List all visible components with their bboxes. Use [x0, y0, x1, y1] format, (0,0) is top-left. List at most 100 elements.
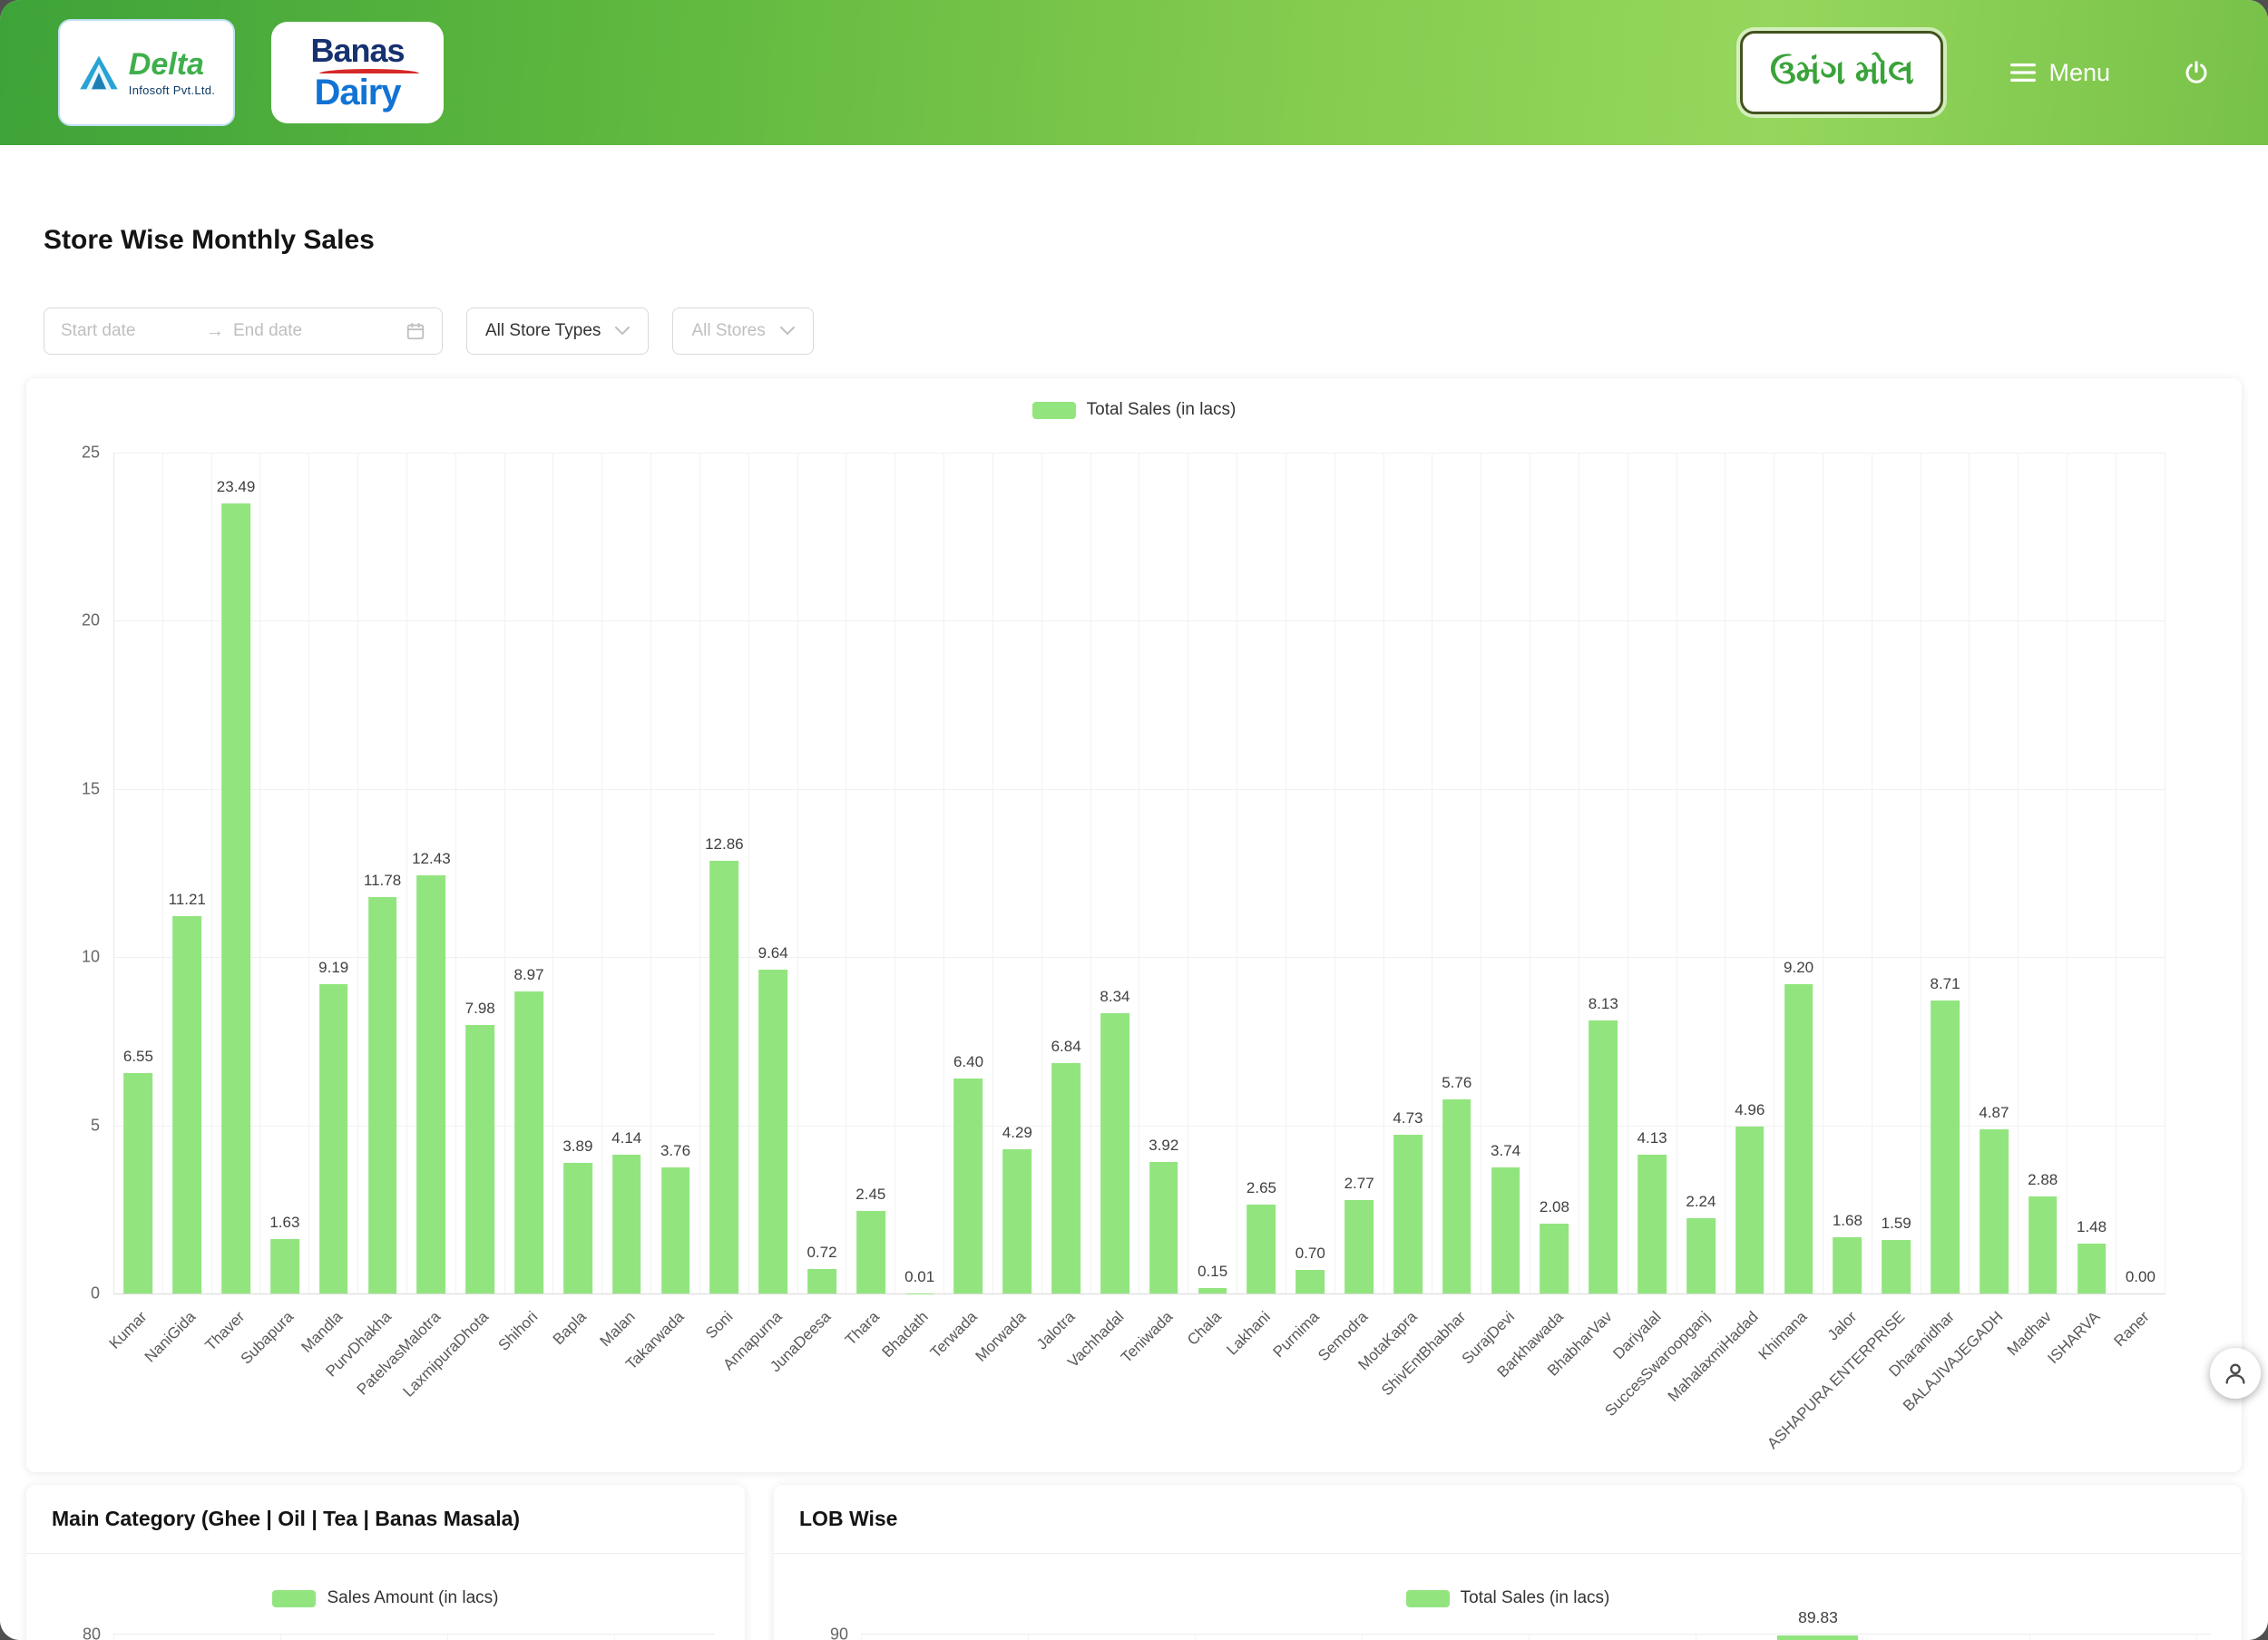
store-type-select[interactable]: All Store Types [466, 308, 649, 355]
bar-dariyalal[interactable] [1637, 1155, 1667, 1293]
bar-shihori[interactable] [514, 991, 543, 1293]
bar-nanigida[interactable] [172, 916, 201, 1293]
logout-button[interactable] [2183, 59, 2210, 86]
bar-value-label: 2.45 [855, 1186, 885, 1204]
end-date-input[interactable] [233, 321, 369, 341]
bar[interactable] [1777, 1635, 1858, 1640]
bar-ashapura-enterprise[interactable] [1882, 1240, 1911, 1293]
bar-balajivajegadh[interactable] [1980, 1129, 2009, 1293]
bar-mandla[interactable] [319, 984, 348, 1293]
category-band: 0.72JunaDeesa [798, 453, 847, 1293]
bar-takarwada[interactable] [661, 1167, 690, 1293]
bar-value-label: 1.48 [2077, 1218, 2107, 1236]
stores-select-value: All Stores [691, 321, 765, 341]
main-category-plot: 8073.15 [113, 1634, 714, 1640]
bar-laxmipuradhota[interactable] [465, 1025, 494, 1293]
bar-bapla[interactable] [563, 1163, 592, 1293]
bar-madhav[interactable] [2028, 1196, 2058, 1293]
bar-value-label: 0.72 [807, 1244, 836, 1262]
bar-lakhani[interactable] [1247, 1205, 1276, 1293]
category-band: 5.76ShivEntBhabhar [1432, 453, 1481, 1293]
bar-value-label: 4.29 [1002, 1124, 1032, 1142]
category-band: 9.64Annapurna [749, 453, 798, 1293]
bar-surajdevi[interactable] [1491, 1167, 1520, 1293]
bar-mahalaxmihadad[interactable] [1735, 1127, 1765, 1293]
category-band: 3.76Takarwada [651, 453, 700, 1293]
category-band: 4.29Morwada [993, 453, 1042, 1293]
profile-fab-button[interactable] [2210, 1348, 2261, 1399]
bar-jalor[interactable] [1833, 1237, 1862, 1293]
main-category-chart-card: Main Category (Ghee | Oil | Tea | Banas … [26, 1485, 745, 1640]
lob-card-title: LOB Wise [799, 1507, 2216, 1531]
store-sales-chart-card: Total Sales (in lacs) 05101520256.55Kuma… [26, 378, 2242, 1472]
umang-logo-text: ઉમંગ મોલ [1770, 54, 1914, 93]
bar-value-label: 8.71 [1931, 975, 1960, 993]
category-band: 8.34Vachhadal [1091, 453, 1140, 1293]
bar-value-label: 23.49 [217, 478, 256, 496]
bar-dharanidhar[interactable] [1931, 1001, 1960, 1293]
bar-morwada[interactable] [1002, 1149, 1031, 1293]
legend-swatch [1032, 402, 1076, 419]
bar-value-label: 8.13 [1589, 995, 1618, 1013]
legend-swatch [1406, 1590, 1450, 1607]
bar-barkhawada[interactable] [1540, 1224, 1569, 1293]
start-date-input[interactable] [61, 321, 197, 341]
bar-value-label: 5.76 [1442, 1074, 1471, 1092]
bar-thara[interactable] [856, 1211, 885, 1293]
bar-shiventbhabhar[interactable] [1442, 1099, 1471, 1293]
bar-terwada[interactable] [954, 1079, 983, 1293]
category-band: 4.14Malan [602, 453, 651, 1293]
bar-chala[interactable] [1198, 1288, 1227, 1293]
category-band: 1.63Subapura [260, 453, 309, 1293]
bar-value-label: 9.19 [318, 959, 348, 977]
bar-motakapra[interactable] [1393, 1135, 1422, 1293]
bars-container: 6.55Kumar11.21NaniGida23.49Thaver1.63Sub… [114, 453, 2165, 1293]
bar-isharva[interactable] [2077, 1244, 2107, 1293]
bar-value-label: 3.76 [660, 1142, 690, 1160]
category-band: 2.77Semodra [1335, 453, 1384, 1293]
y-axis-tick-label: 25 [82, 444, 100, 463]
delta-logo-title: Delta [129, 49, 215, 80]
bar-vachhadal[interactable] [1100, 1013, 1129, 1293]
bar-jalotra[interactable] [1051, 1063, 1080, 1293]
delta-logo-subtitle: Infosoft Pvt.Ltd. [129, 83, 215, 97]
person-icon [2223, 1361, 2248, 1386]
category-band: 23.49Thaver [212, 453, 261, 1293]
menu-button[interactable]: Menu [2010, 59, 2110, 87]
bar-khimana[interactable] [1784, 984, 1813, 1293]
bar-purnima[interactable] [1295, 1270, 1325, 1293]
bar-patelvasmalotra[interactable] [417, 875, 446, 1293]
app-window: Delta Infosoft Pvt.Ltd. Banas Dairy ઉમંગ… [0, 0, 2268, 1640]
bar-teniwada[interactable] [1149, 1162, 1178, 1293]
bar-kumar[interactable] [124, 1073, 153, 1293]
bar-value-label: 4.13 [1637, 1129, 1667, 1147]
category-band: 4.96MahalaxmiHadad [1725, 453, 1774, 1293]
date-range-picker[interactable] [44, 308, 443, 355]
category-band: 2.08Barkhawada [1530, 453, 1579, 1293]
bar-bhabharvav[interactable] [1589, 1020, 1618, 1293]
category-band: 2.88Madhav [2019, 453, 2068, 1293]
y-axis-tick-label: 15 [82, 779, 100, 798]
bar-purvdhakha[interactable] [368, 897, 397, 1293]
bar-value-label: 0.00 [2126, 1268, 2156, 1286]
bar-successwaroopganj[interactable] [1686, 1218, 1716, 1293]
bar-malan[interactable] [612, 1155, 641, 1294]
chart-legend[interactable]: Total Sales (in lacs) [26, 400, 2242, 420]
lob-legend[interactable]: Total Sales (in lacs) [774, 1588, 2242, 1608]
bar-junadeesa[interactable] [807, 1269, 836, 1293]
bar-value-label: 8.97 [513, 966, 543, 984]
bar-value-label: 7.98 [465, 1000, 495, 1018]
bar-annapurna[interactable] [758, 970, 787, 1293]
bar-semodra[interactable] [1344, 1200, 1374, 1293]
bar-value-label: 6.40 [953, 1053, 983, 1071]
category-band: 0.15Chala [1188, 453, 1237, 1293]
page-title: Store Wise Monthly Sales [44, 225, 2268, 256]
bar-subapura[interactable] [270, 1239, 299, 1293]
power-icon [2183, 59, 2210, 86]
stores-select[interactable]: All Stores [672, 308, 813, 355]
bar-soni[interactable] [710, 861, 739, 1293]
bar-thaver[interactable] [221, 503, 250, 1293]
bar-value-label: 4.96 [1735, 1101, 1765, 1119]
lob-card-header: LOB Wise [774, 1485, 2242, 1554]
main-category-legend[interactable]: Sales Amount (in lacs) [26, 1588, 745, 1608]
